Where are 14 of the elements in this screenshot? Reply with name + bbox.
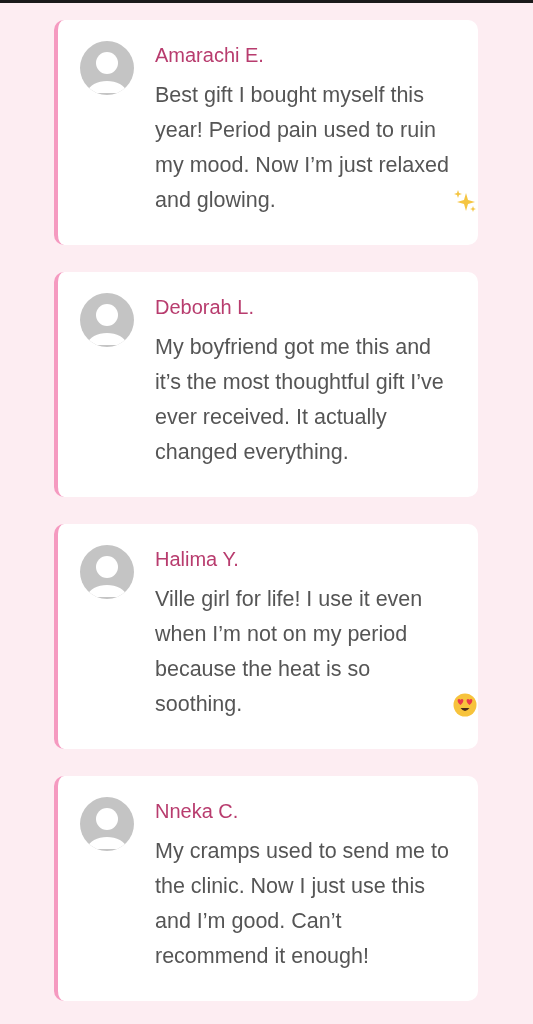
sparkles-icon	[453, 189, 477, 213]
review-text: My boyfriend got me this and it’s the most thoughtful gift I’ve ever received. It actually changed everything.	[155, 334, 445, 466]
avatar-icon	[80, 41, 134, 95]
avatar-icon	[80, 797, 134, 851]
reviewer-name: Deborah L.	[155, 295, 255, 320]
heart-eyes-icon	[453, 693, 477, 717]
reviewer-name: Amarachi E.	[155, 43, 265, 68]
avatar-icon	[80, 545, 134, 599]
reviewer-name: Halima Y.	[155, 547, 240, 572]
reviewer-name: Nneka C.	[155, 799, 240, 824]
avatar-icon	[80, 293, 134, 347]
review-text: My cramps used to send me to the clinic. Now I just use this and I’m good. Can’t recommend it enough!	[155, 838, 449, 970]
review-text: Best gift I bought myself this year! Period pain used to ruin my mood. Now I’m just relaxed and glowing.	[155, 82, 449, 214]
review-text: Ville girl for life! I use it even when I’m not on my period because the heat is so soothing.	[155, 586, 424, 718]
